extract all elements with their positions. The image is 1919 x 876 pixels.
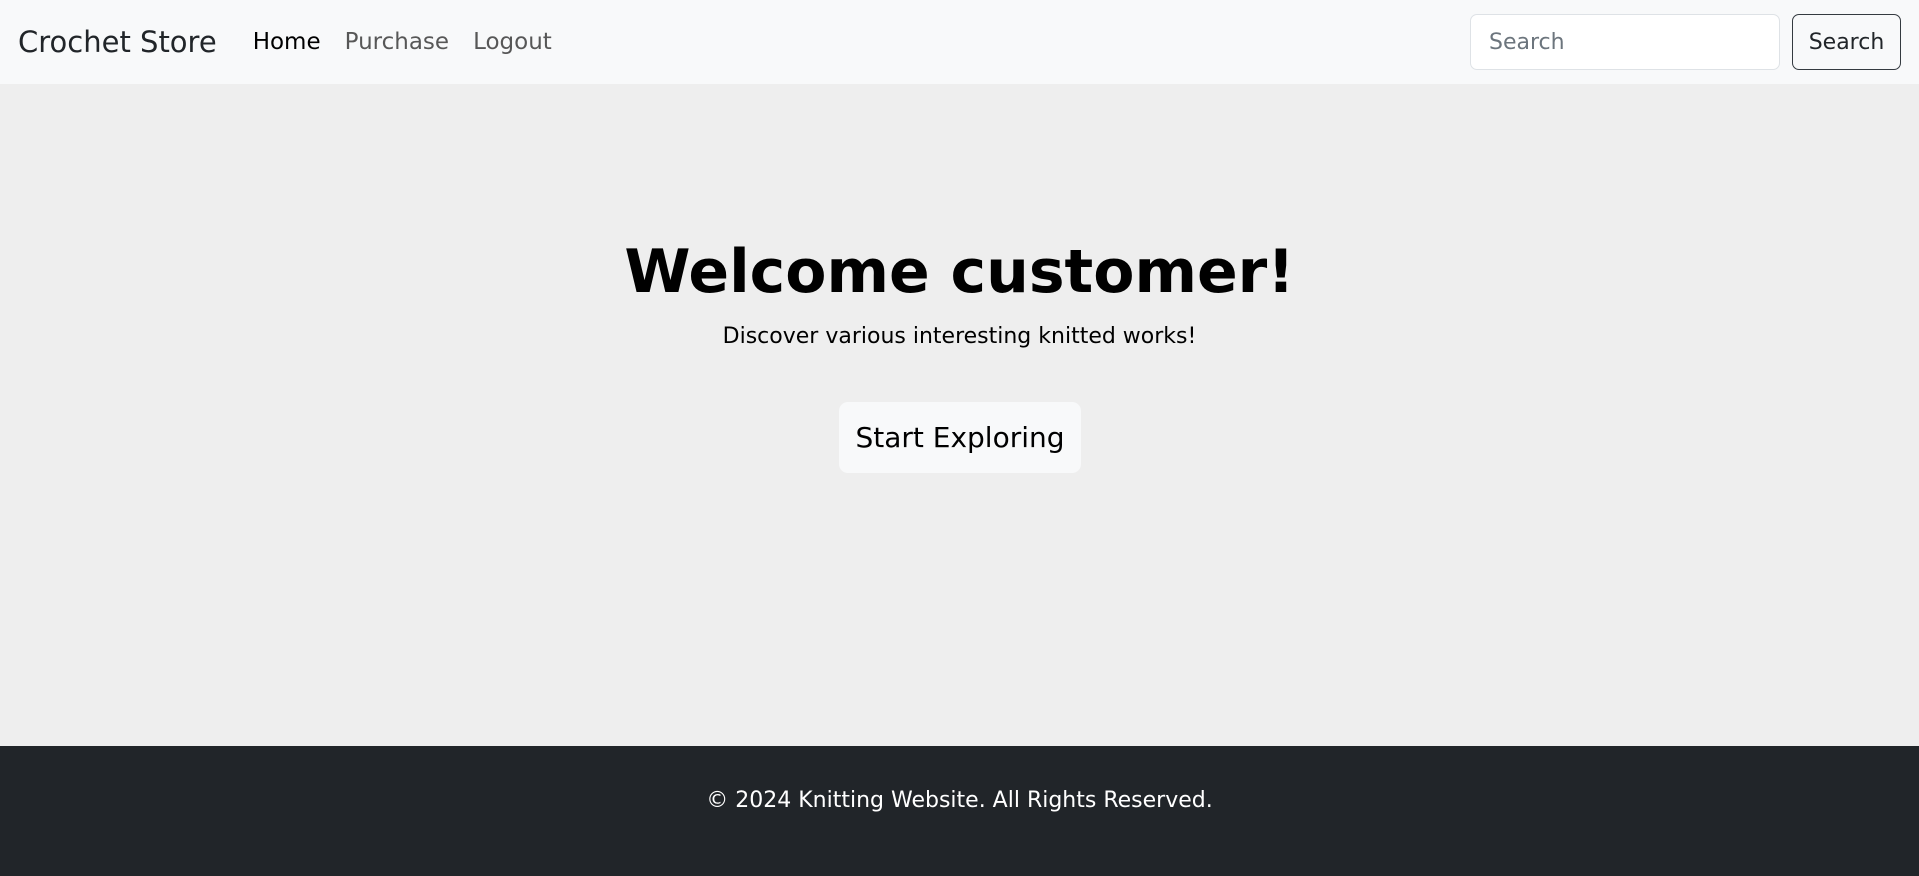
brand-link[interactable]: Crochet Store bbox=[18, 25, 217, 59]
nav-link-home[interactable]: Home bbox=[253, 29, 333, 55]
navbar: Crochet Store Home Purchase Logout Searc… bbox=[0, 0, 1919, 84]
nav-link-logout[interactable]: Logout bbox=[461, 29, 564, 55]
footer-copyright: © 2024 Knitting Website. All Rights Rese… bbox=[706, 788, 1213, 813]
nav-link-purchase[interactable]: Purchase bbox=[333, 29, 461, 55]
search-input[interactable] bbox=[1470, 14, 1780, 70]
hero-title: Welcome customer! bbox=[624, 237, 1295, 307]
hero-subtitle: Discover various interesting knitted wor… bbox=[722, 324, 1197, 349]
start-exploring-button[interactable]: Start Exploring bbox=[839, 402, 1081, 473]
footer: © 2024 Knitting Website. All Rights Rese… bbox=[0, 746, 1919, 876]
search-form: Search bbox=[1470, 14, 1901, 70]
search-button[interactable]: Search bbox=[1792, 14, 1901, 70]
nav-links: Home Purchase Logout bbox=[253, 29, 564, 55]
hero-section: Welcome customer! Discover various inter… bbox=[0, 84, 1919, 746]
